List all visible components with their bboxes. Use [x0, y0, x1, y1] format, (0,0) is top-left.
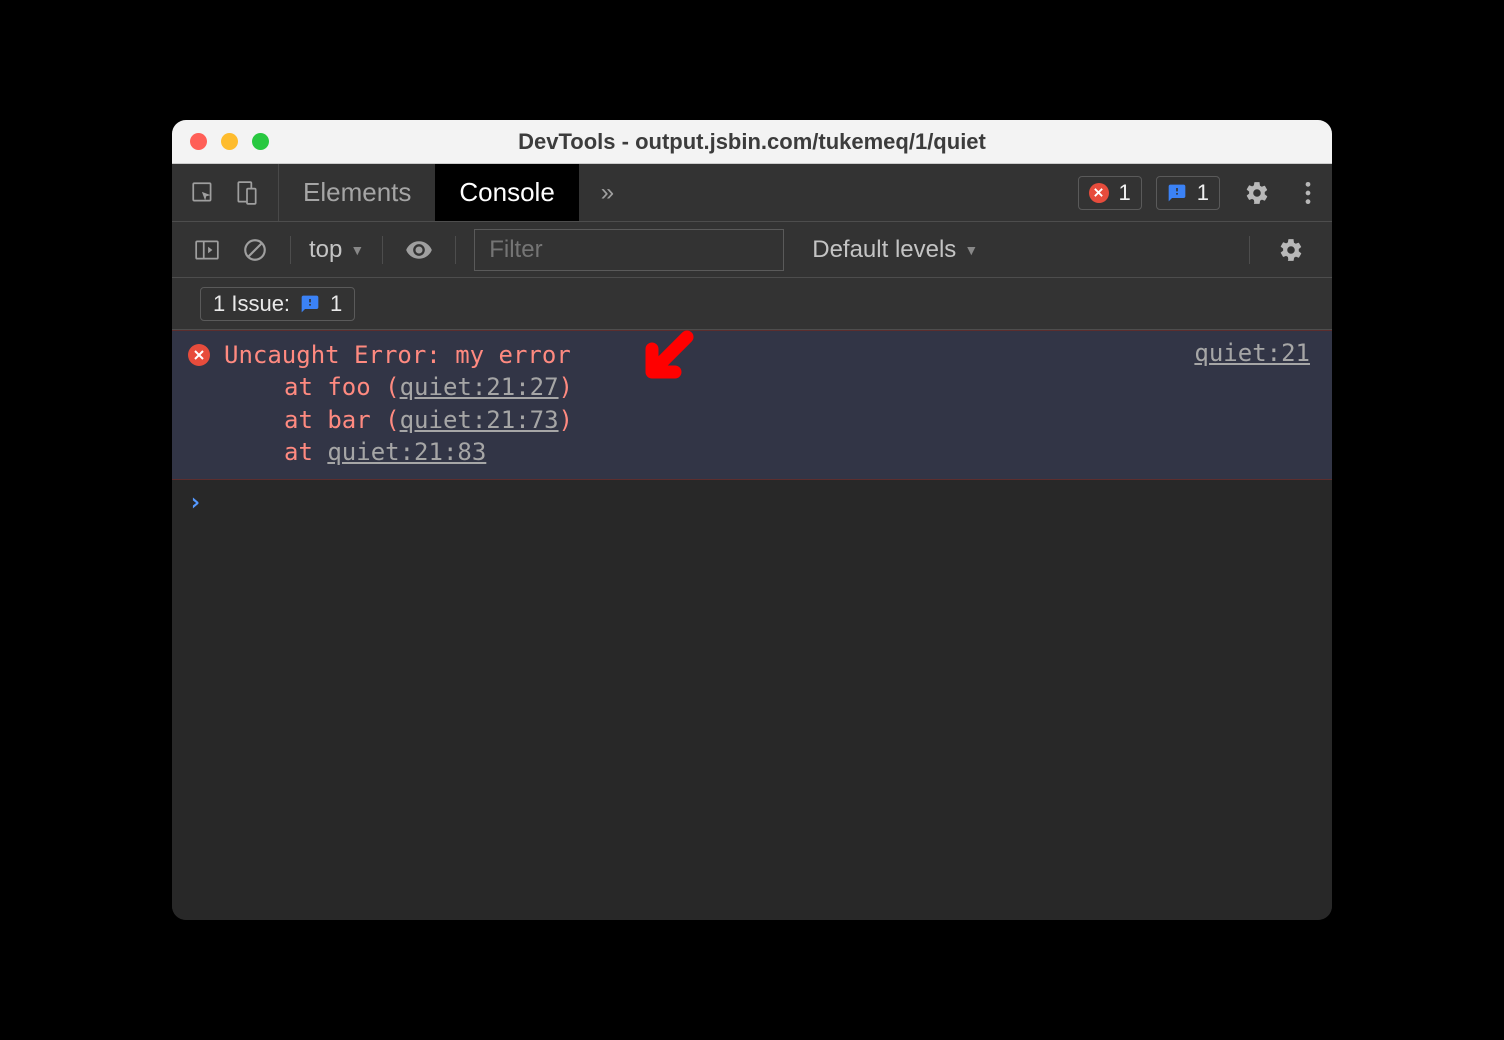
issues-label: 1 Issue:: [213, 291, 290, 317]
divider: [290, 236, 291, 264]
devtools-window: DevTools - output.jsbin.com/tukemeq/1/qu…: [172, 120, 1332, 920]
stack-prefix: at bar (: [284, 406, 400, 434]
prompt-chevron-icon: ›: [188, 488, 202, 516]
issues-chip-count: 1: [330, 291, 342, 317]
titlebar: DevTools - output.jsbin.com/tukemeq/1/qu…: [172, 120, 1332, 164]
errors-count: 1: [1119, 180, 1131, 206]
tabbar: Elements Console » 1 1: [172, 164, 1332, 222]
console-prompt[interactable]: ›: [172, 480, 1332, 524]
stack-link[interactable]: quiet:21:73: [400, 406, 559, 434]
minimize-window-button[interactable]: [221, 133, 238, 150]
clear-console-icon[interactable]: [238, 237, 272, 263]
error-icon: [188, 344, 210, 366]
context-label: top: [309, 236, 342, 264]
divider: [382, 236, 383, 264]
stack-suffix: ): [559, 406, 573, 434]
console-body: Uncaught Error: my error at foo (quiet:2…: [172, 330, 1332, 920]
stack-prefix: at: [284, 438, 327, 466]
stack-link[interactable]: quiet:21:83: [327, 438, 486, 466]
live-expression-icon[interactable]: [401, 236, 437, 264]
stack-prefix: at foo (: [284, 373, 400, 401]
chevron-down-icon: ▼: [350, 242, 364, 258]
log-levels-selector[interactable]: Default levels ▼: [812, 236, 978, 264]
close-window-button[interactable]: [190, 133, 207, 150]
divider: [1249, 236, 1250, 264]
divider: [455, 236, 456, 264]
issue-icon: [1167, 183, 1187, 203]
issues-count: 1: [1197, 180, 1209, 206]
traffic-lights: [190, 133, 269, 150]
chevron-down-icon: ▼: [964, 242, 978, 258]
zoom-window-button[interactable]: [252, 133, 269, 150]
error-lines: Uncaught Error: my error at foo (quiet:2…: [224, 339, 1312, 469]
inspect-tools: [172, 164, 279, 221]
context-selector[interactable]: top ▼: [309, 236, 364, 264]
error-message-block: Uncaught Error: my error at foo (quiet:2…: [172, 330, 1332, 480]
filter-input[interactable]: [474, 229, 784, 271]
console-sidebar-toggle-icon[interactable]: [190, 237, 224, 263]
tab-elements[interactable]: Elements: [279, 164, 435, 221]
more-tabs-icon[interactable]: »: [579, 164, 636, 221]
stack-suffix: ): [559, 373, 573, 401]
more-menu-icon[interactable]: [1294, 180, 1322, 206]
stack-link[interactable]: quiet:21:27: [400, 373, 559, 401]
issue-icon: [300, 294, 320, 314]
error-icon: [1089, 183, 1109, 203]
window-title: DevTools - output.jsbin.com/tukemeq/1/qu…: [518, 129, 986, 155]
stack-frame: at bar (quiet:21:73): [224, 404, 1312, 436]
tab-console[interactable]: Console: [435, 164, 578, 221]
stack-frame: at foo (quiet:21:27): [224, 371, 1312, 403]
levels-label: Default levels: [812, 236, 956, 264]
issues-chip[interactable]: 1 Issue: 1: [200, 287, 355, 321]
stack-frame: at quiet:21:83: [224, 436, 1312, 468]
tabbar-right: 1 1: [1068, 164, 1333, 221]
error-message: Uncaught Error: my error: [224, 339, 1312, 371]
device-toolbar-icon[interactable]: [234, 180, 260, 206]
console-toolbar: top ▼ Default levels ▼: [172, 222, 1332, 278]
console-settings-icon[interactable]: [1268, 237, 1314, 263]
settings-icon[interactable]: [1234, 180, 1280, 206]
errors-badge[interactable]: 1: [1078, 176, 1142, 210]
source-link[interactable]: quiet:21: [1194, 339, 1310, 367]
issues-row: 1 Issue: 1: [172, 278, 1332, 330]
inspect-element-icon[interactable]: [190, 180, 216, 206]
issues-badge[interactable]: 1: [1156, 176, 1220, 210]
